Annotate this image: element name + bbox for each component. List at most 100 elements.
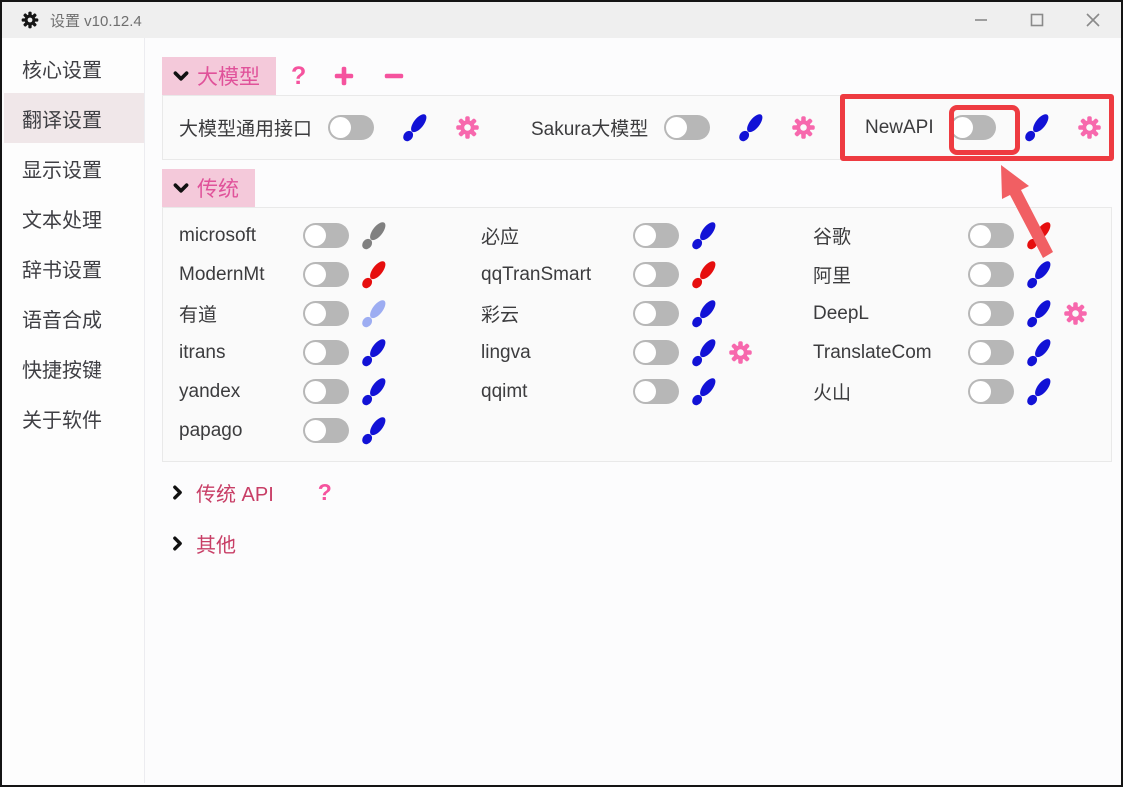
service-row: 彩云 [481,294,813,333]
toggle-switch[interactable] [968,340,1014,365]
brush-icon[interactable] [736,113,766,143]
service-label: Sakura大模型 [531,114,648,141]
brush-icon[interactable] [359,338,389,368]
toggle-switch[interactable] [664,115,710,140]
gear-icon[interactable] [454,114,481,141]
gear-icon[interactable] [727,339,754,366]
gear-icon[interactable] [790,114,817,141]
gear-icon [20,10,40,30]
sidebar-item[interactable]: 快捷按键 [4,343,144,393]
service-row: qqimt [481,372,813,411]
brush-icon[interactable] [400,113,430,143]
brush-icon[interactable] [1022,113,1052,143]
gear-icon[interactable] [1076,114,1103,141]
toggle-switch[interactable] [968,379,1014,404]
service-label: qqTranSmart [481,264,633,286]
toggle-switch[interactable] [633,340,679,365]
sidebar-item[interactable]: 翻译设置 [4,93,144,143]
toggle-knob [305,225,326,246]
brush-icon[interactable] [359,377,389,407]
toggle-switch[interactable] [303,418,349,443]
toggle-switch[interactable] [303,379,349,404]
service-label: papago [179,420,303,442]
toggle-knob [635,225,656,246]
toggle-knob [970,342,991,363]
service-label: yandex [179,381,303,403]
toggle-switch[interactable] [968,262,1014,287]
sidebar-item[interactable]: 核心设置 [4,43,144,93]
brush-icon[interactable] [1024,299,1054,329]
toggle-knob [635,381,656,402]
brush-icon[interactable] [359,260,389,290]
section-header-other[interactable]: 其他 [169,528,236,558]
toggle-switch[interactable] [968,301,1014,326]
toggle-switch[interactable] [968,223,1014,248]
maximize-button[interactable] [1009,2,1065,38]
service-label: NewAPI [865,117,934,139]
service-row: microsoft [179,216,481,255]
brush-icon[interactable] [1024,260,1054,290]
service-label: 阿里 [813,261,968,288]
service-row: itrans [179,333,481,372]
service-label: 火山 [813,378,968,405]
settings-window: 设置 v10.12.4 核心设置翻译设置显示设置文本处理辞书设置语音合成快捷按键… [0,0,1123,787]
brush-icon[interactable] [689,377,719,407]
service-row: papago [179,411,481,450]
brush-icon[interactable] [359,299,389,329]
toggle-switch[interactable] [303,340,349,365]
add-button[interactable] [332,64,356,88]
brush-icon[interactable] [689,299,719,329]
toggle-switch[interactable] [633,223,679,248]
model-item: 大模型通用接口 [179,96,481,159]
brush-icon[interactable] [359,416,389,446]
toggle-knob [635,264,656,285]
sidebar-item[interactable]: 关于软件 [4,393,144,443]
toggle-switch[interactable] [303,301,349,326]
brush-icon[interactable] [359,221,389,251]
brush-icon[interactable] [1024,221,1054,251]
section-label: 其他 [196,529,236,558]
sidebar-item[interactable]: 语音合成 [4,293,144,343]
gear-icon[interactable] [1062,300,1089,327]
toggle-knob [970,225,991,246]
services-grid: microsoft 必应 谷歌 ModernMt qqTranSmart 阿里 … [163,208,1111,461]
service-row: ModernMt [179,255,481,294]
toggle-switch[interactable] [633,301,679,326]
toggle-switch[interactable] [950,115,996,140]
toggle-switch[interactable] [303,223,349,248]
section-label: 传统 [197,173,239,203]
toggle-switch[interactable] [328,115,374,140]
large-model-group: 大模型通用接口 Sakura大模型 NewAPI [162,95,1112,160]
section-header-traditional[interactable]: 传统 [162,169,255,207]
toggle-knob [970,303,991,324]
brush-icon[interactable] [1024,338,1054,368]
remove-button[interactable] [382,64,406,88]
chevron-down-icon [172,67,190,85]
toggle-knob [970,264,991,285]
brush-icon[interactable] [1024,377,1054,407]
section-header-traditional-api[interactable]: 传统 API ? [169,477,332,507]
toggle-switch[interactable] [633,262,679,287]
toggle-switch[interactable] [633,379,679,404]
brush-icon[interactable] [689,338,719,368]
help-button[interactable]: ? [291,62,306,91]
sidebar-item[interactable]: 文本处理 [4,193,144,243]
toggle-knob [970,381,991,402]
service-label: 必应 [481,222,633,249]
section-header-large-model[interactable]: 大模型 [162,57,276,95]
service-row: qqTranSmart [481,255,813,294]
minimize-button[interactable] [953,2,1009,38]
window-title: 设置 v10.12.4 [50,10,142,31]
help-button[interactable]: ? [318,479,332,506]
service-row: 有道 [179,294,481,333]
close-button[interactable] [1065,2,1121,38]
service-label: qqimt [481,381,633,403]
service-row: DeepL [813,294,1111,333]
toggle-switch[interactable] [303,262,349,287]
brush-icon[interactable] [689,260,719,290]
chevron-right-icon [169,535,186,552]
brush-icon[interactable] [689,221,719,251]
service-label: DeepL [813,303,968,325]
sidebar-item[interactable]: 显示设置 [4,143,144,193]
sidebar-item[interactable]: 辞书设置 [4,243,144,293]
